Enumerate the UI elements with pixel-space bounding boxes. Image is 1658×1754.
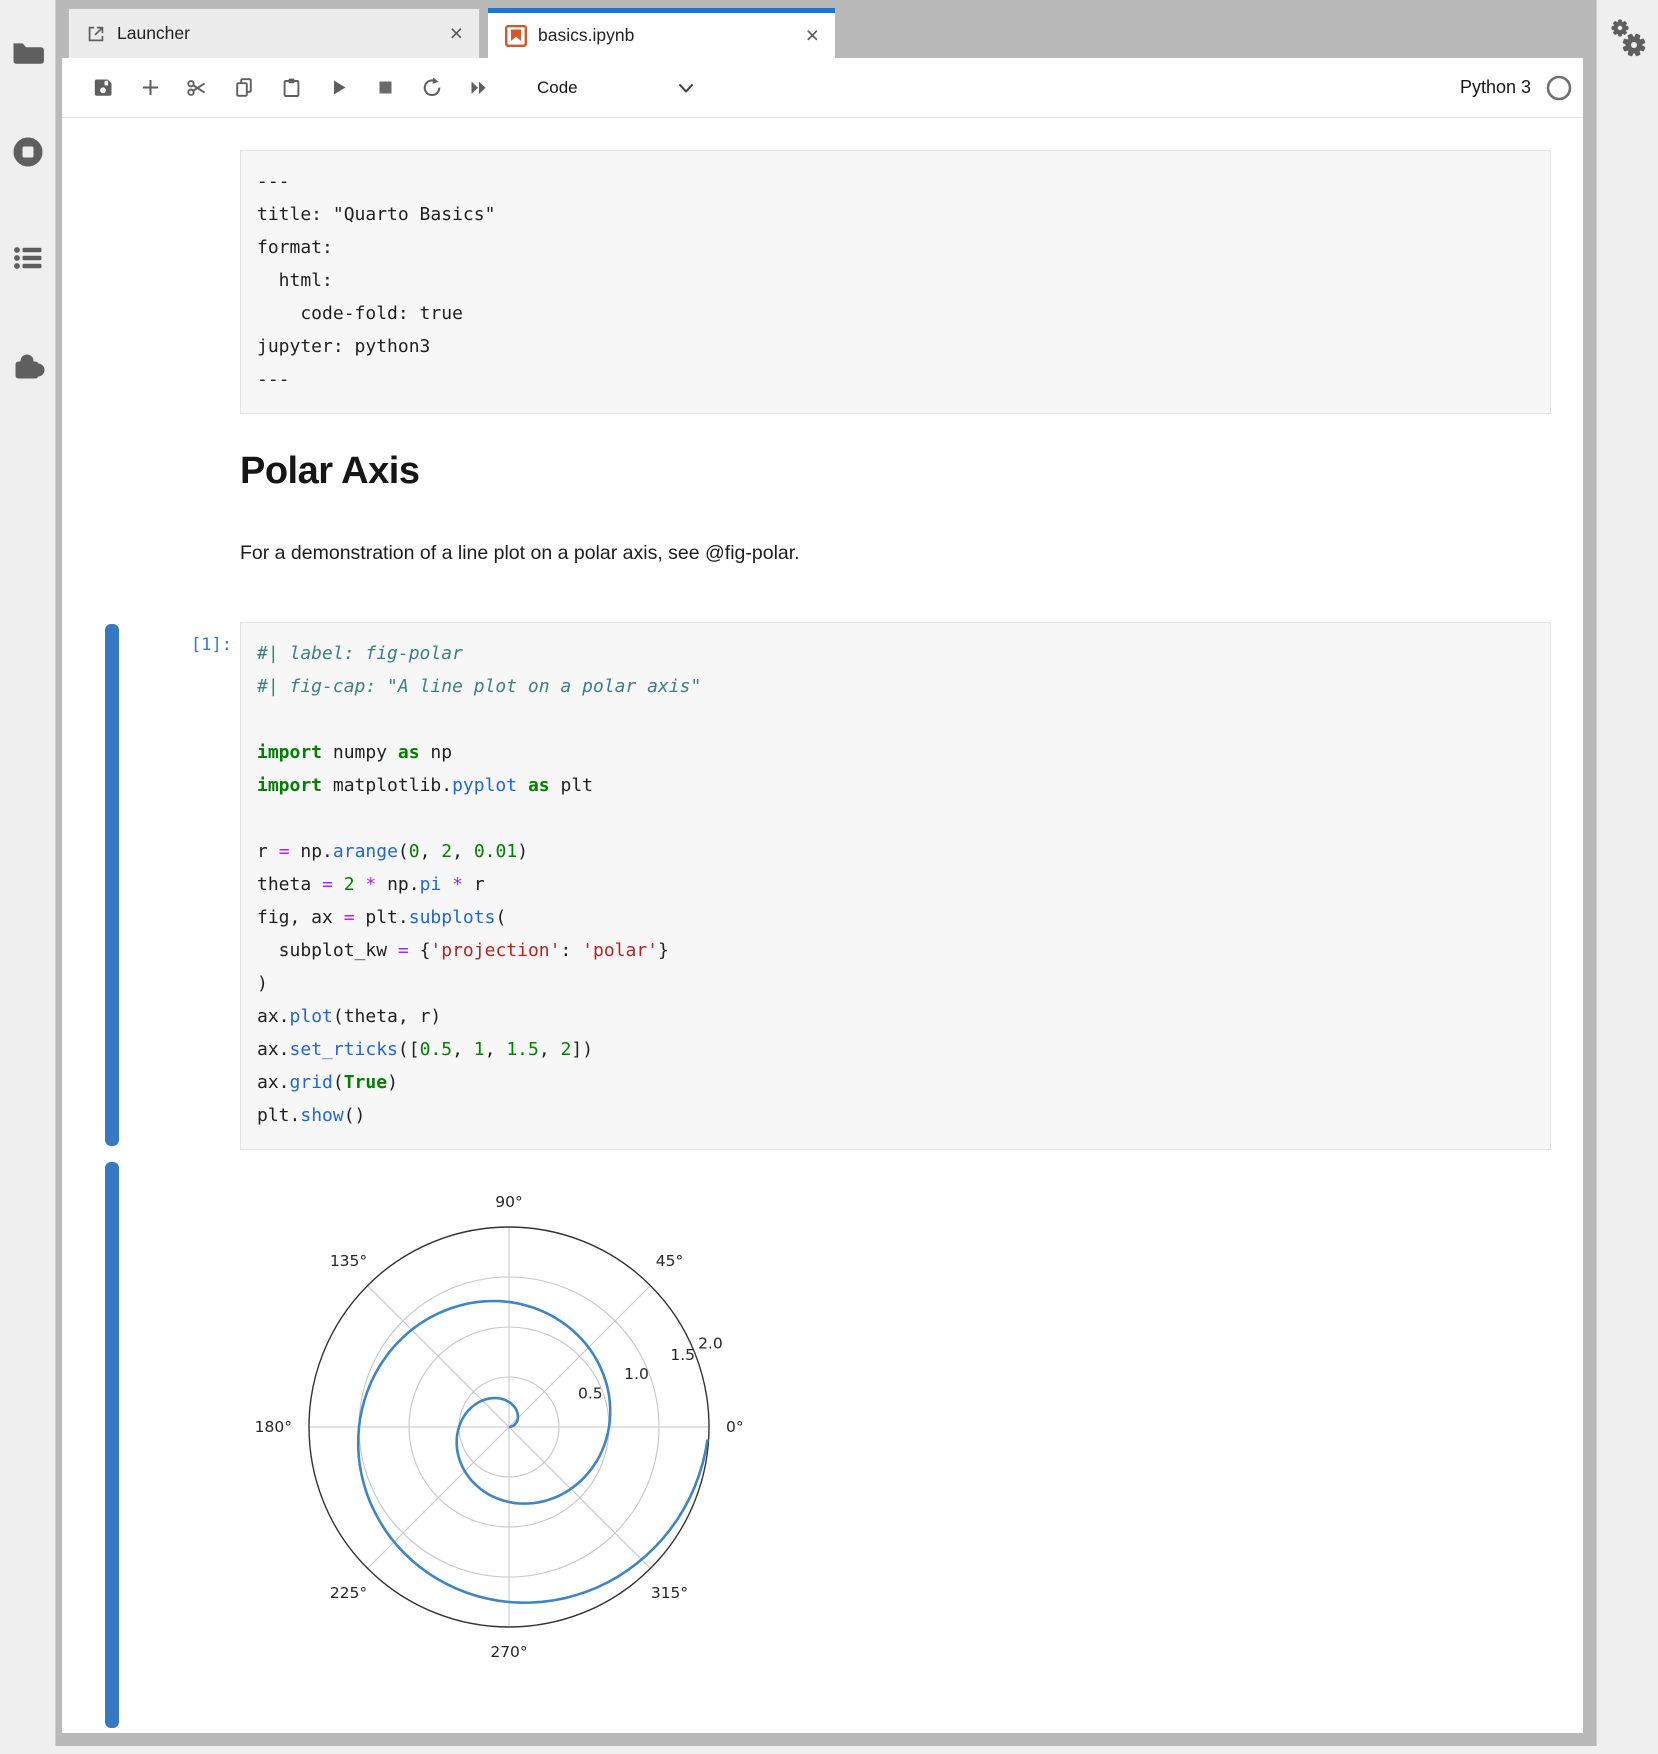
save-button[interactable] <box>90 75 116 101</box>
bottom-strip <box>0 1746 1658 1754</box>
tab-launcher[interactable]: Launcher × <box>68 8 480 58</box>
left-activity-bar <box>0 0 56 1754</box>
input-collapser[interactable] <box>105 624 119 1146</box>
markdown-heading: Polar Axis <box>240 450 419 493</box>
restart-kernel-button[interactable] <box>419 75 445 101</box>
notebook-toolbar: Code Python 3 <box>62 58 1583 118</box>
tab-basics-ipynb[interactable]: basics.ipynb × <box>488 8 835 58</box>
close-icon[interactable]: × <box>448 22 465 45</box>
kernel-status-icon[interactable] <box>1545 74 1573 102</box>
running-kernels-icon[interactable] <box>10 134 46 170</box>
polar-plot-output: 0° 45° 90° 135° 180° 225° 270° 315° 0.5 1.0 1.52.0 <box>245 1158 811 1674</box>
yaml-frontmatter-cell[interactable]: --- title: "Quarto Basics" format: html:… <box>240 150 1551 414</box>
theta-tick-label: 225° <box>330 1584 367 1602</box>
right-sidebar <box>1596 0 1658 1754</box>
settings-gears-icon[interactable] <box>1606 18 1650 66</box>
copy-cells-button[interactable] <box>231 75 257 101</box>
code-cell-text: #| label: fig-polar #| fig-cap: "A line … <box>241 623 1550 1146</box>
yaml-frontmatter-text: --- title: "Quarto Basics" format: html:… <box>241 151 1550 410</box>
r-tick-label: 1.5 <box>670 1346 695 1364</box>
r-tick-label: 0.5 <box>578 1384 603 1402</box>
theta-tick-label: 45° <box>656 1252 683 1270</box>
cell-type-dropdown[interactable]: Code <box>537 78 696 98</box>
run-cell-button[interactable] <box>325 75 351 101</box>
notebook-content: --- title: "Quarto Basics" format: html:… <box>62 118 1583 1733</box>
notebook-icon <box>504 24 528 48</box>
cell-type-value: Code <box>537 78 578 98</box>
main-panel: Launcher × basics.ipynb × <box>62 8 1583 1733</box>
tab-label: Launcher <box>117 23 448 44</box>
close-icon[interactable]: × <box>804 24 821 47</box>
theta-tick-label: 135° <box>330 1252 367 1270</box>
theta-tick-label: 315° <box>651 1584 688 1602</box>
chevron-down-icon <box>676 78 696 98</box>
tab-bar: Launcher × basics.ipynb × <box>62 8 1583 58</box>
file-browser-icon[interactable] <box>10 36 46 72</box>
kernel-name[interactable]: Python 3 <box>1460 77 1531 98</box>
output-collapser[interactable] <box>105 1162 119 1728</box>
insert-cell-button[interactable] <box>137 75 163 101</box>
execution-count: [1]: <box>92 635 232 655</box>
r-tick-label: 1.0 <box>624 1365 649 1383</box>
markdown-paragraph: For a demonstration of a line plot on a … <box>240 542 800 565</box>
tab-label: basics.ipynb <box>538 25 804 46</box>
theta-tick-label: 270° <box>490 1643 527 1661</box>
r-tick-label: 2.0 <box>698 1335 723 1353</box>
extension-manager-icon[interactable] <box>10 346 46 382</box>
code-cell-editor[interactable]: #| label: fig-polar #| fig-cap: "A line … <box>240 622 1551 1150</box>
stop-kernel-button[interactable] <box>372 75 398 101</box>
theta-tick-label: 180° <box>255 1418 292 1436</box>
cut-cells-button[interactable] <box>184 75 210 101</box>
theta-tick-label: 0° <box>726 1418 744 1436</box>
polar-spiral-line <box>358 1301 707 1603</box>
theta-tick-label: 90° <box>495 1193 522 1211</box>
run-all-cells-button[interactable] <box>466 75 492 101</box>
launcher-icon <box>85 23 107 45</box>
paste-cells-button[interactable] <box>278 75 304 101</box>
table-of-contents-icon[interactable] <box>10 240 46 276</box>
